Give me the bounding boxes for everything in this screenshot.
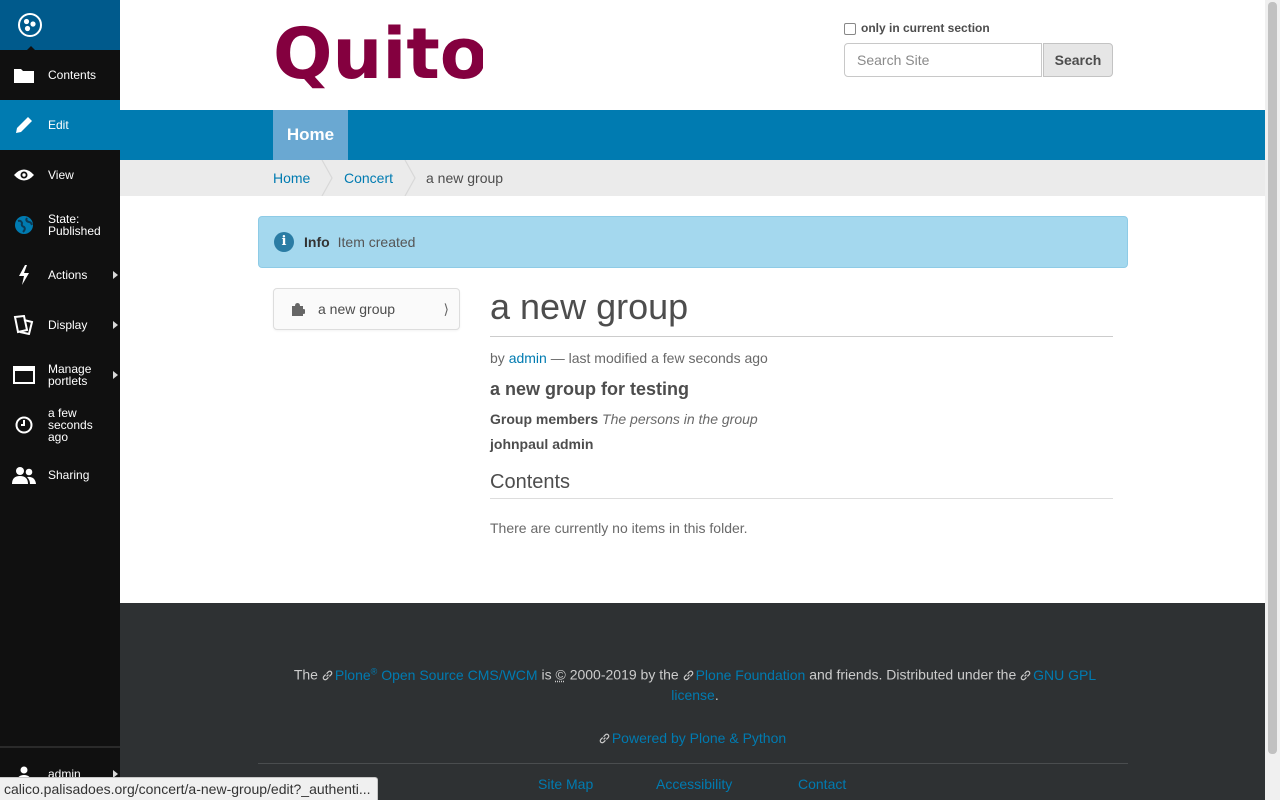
link-icon <box>1020 670 1031 680</box>
author-link[interactable]: admin <box>509 350 547 366</box>
main-content: a new group by admin — last modified a f… <box>490 284 1113 536</box>
byline-modified: — last modified a few seconds ago <box>550 350 768 366</box>
toolbar-label: Edit <box>48 118 69 132</box>
search-section-label: only in current section <box>861 20 990 35</box>
site-logo-text: Quito <box>273 14 483 95</box>
plone-logo-button[interactable] <box>0 0 120 51</box>
plone-link[interactable]: Plone® Open Source CMS/WCM <box>322 666 538 683</box>
page-scrollbar[interactable] <box>1265 0 1280 800</box>
plone-link-text: Plone <box>334 666 371 683</box>
toolbar-contents[interactable]: Contents <box>0 50 120 100</box>
footer-period: . <box>714 686 719 703</box>
search-section-option[interactable]: only in current section <box>844 20 990 35</box>
breadcrumb: Home Concert a new group <box>120 160 1265 196</box>
plone-foundation-link[interactable]: Plone Foundation <box>683 666 806 683</box>
toolbar-label: a few seconds ago <box>48 406 93 444</box>
toolbar-display[interactable]: Display <box>0 300 120 350</box>
submenu-arrow-icon <box>113 271 118 279</box>
nav-home[interactable]: Home <box>273 110 348 160</box>
site-logo[interactable]: Quito <box>273 13 488 101</box>
status-text: Item created <box>337 234 416 250</box>
main-navigation: Home <box>120 110 1265 160</box>
footer-link-contact[interactable]: Contact <box>798 776 846 792</box>
search-section-checkbox[interactable] <box>844 23 856 35</box>
info-icon: i <box>274 232 294 252</box>
window-icon <box>0 366 48 384</box>
breadcrumb-concert[interactable]: Concert <box>344 160 393 196</box>
group-members-field: Group members The persons in the group <box>490 411 1113 427</box>
globe-icon <box>0 215 48 235</box>
footer-link-accessibility[interactable]: Accessibility <box>656 776 732 792</box>
search-button[interactable]: Search <box>1043 43 1113 77</box>
page-title: a new group <box>490 284 1113 337</box>
document-description: a new group for testing <box>490 379 690 399</box>
document-byline: by admin — last modified a few seconds a… <box>490 350 1113 366</box>
bolt-icon <box>0 265 48 285</box>
toolbar-state[interactable]: State: Published <box>0 200 120 250</box>
site-footer: The Plone® Open Source CMS/WCM is © 2000… <box>120 603 1265 800</box>
site-header: Quito only in current section Search Sit… <box>120 0 1265 110</box>
copyright-symbol: © <box>555 666 566 683</box>
toolbar-manage-portlets[interactable]: Manage portlets <box>0 350 120 400</box>
toolbar-label: View <box>48 168 74 182</box>
eye-icon <box>0 168 48 182</box>
search-input[interactable]: Search Site <box>844 43 1042 77</box>
toolbar-label: Contents <box>48 68 97 82</box>
toolbar-edit[interactable]: Edit <box>0 100 120 150</box>
toolbar-actions[interactable]: Actions <box>0 250 120 300</box>
navigation-portlet-item[interactable]: a new group ⟩ <box>273 288 460 330</box>
breadcrumb-separator-icon <box>404 160 416 196</box>
powered-by-text: Powered by Plone & Python <box>611 730 787 746</box>
toolbar-label: Actions <box>48 268 88 282</box>
byline-by: by <box>490 350 505 366</box>
status-message: i Info Item created <box>258 216 1128 268</box>
powered-by-link[interactable]: Powered by Plone & Python <box>599 730 786 746</box>
users-icon <box>0 466 48 484</box>
field-help: The persons in the group <box>602 411 758 427</box>
footer-divider <box>258 763 1128 764</box>
scrollbar-thumb[interactable] <box>1268 2 1277 754</box>
plone-toolbar: Contents Edit View State: Published Acti… <box>0 0 120 800</box>
footer-text: and friends. Distributed under the <box>809 666 1017 683</box>
toolbar-label: State: Published <box>48 212 101 238</box>
toolbar-view[interactable]: View <box>0 150 120 200</box>
toolbar-label: Sharing <box>48 468 90 482</box>
contents-heading: Contents <box>490 471 1113 499</box>
clock-icon <box>0 416 48 434</box>
portlet-item-label: a new group <box>318 301 396 317</box>
submenu-arrow-icon <box>113 321 118 329</box>
pencil-icon <box>0 116 48 134</box>
status-title: Info <box>304 234 330 250</box>
toolbar-label: Display <box>48 318 88 332</box>
empty-folder-message: There are currently no items in this fol… <box>490 520 748 536</box>
footer-link-sitemap[interactable]: Site Map <box>538 776 593 792</box>
field-label: Group members <box>490 411 599 427</box>
puzzle-icon <box>292 303 305 316</box>
group-members-value: johnpaul admin <box>490 436 594 452</box>
breadcrumb-separator-icon <box>321 160 333 196</box>
plone-logo-icon <box>18 13 42 37</box>
breadcrumb-current: a new group <box>426 170 504 186</box>
plone-foundation-link-text: Plone Foundation <box>695 666 806 683</box>
footer-copyright: The Plone® Open Source CMS/WCM is © 2000… <box>280 661 1110 705</box>
footer-text: The <box>293 666 318 683</box>
link-status-url: calico.palisadoes.org/concert/a-new-grou… <box>0 777 378 800</box>
link-icon <box>599 733 610 744</box>
link-icon <box>322 670 333 680</box>
toolbar-history[interactable]: a few seconds ago <box>0 400 120 450</box>
toolbar-label: Manage portlets <box>48 362 92 388</box>
submenu-arrow-icon <box>113 371 118 379</box>
toolbar-sharing[interactable]: Sharing <box>0 450 120 500</box>
footer-text: 2000-2019 by the <box>569 666 679 683</box>
folder-icon <box>0 67 48 83</box>
link-icon <box>683 670 693 680</box>
cms-link-text: Open Source CMS/WCM <box>381 666 538 683</box>
registered-mark: ® <box>370 666 378 676</box>
chevron-right-icon: ⟩ <box>443 301 449 317</box>
footer-text: is <box>541 666 552 683</box>
breadcrumb-home[interactable]: Home <box>273 160 310 196</box>
footer-powered-by: Powered by Plone & Python <box>120 730 1265 746</box>
display-icon <box>0 315 48 335</box>
